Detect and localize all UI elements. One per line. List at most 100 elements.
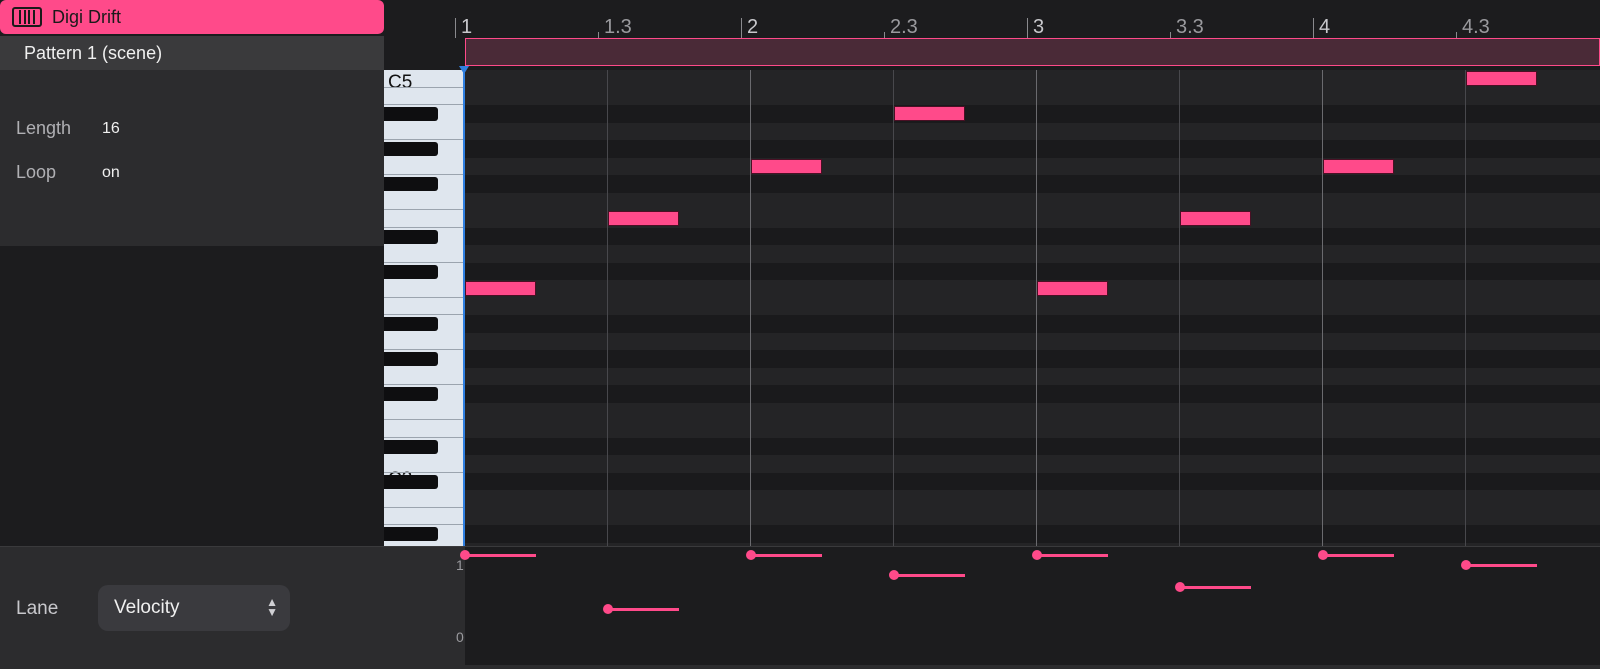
velocity-bar [608,608,679,612]
white-key-separator [384,349,465,350]
white-key-separator [384,209,465,210]
ruler-label: 1 [461,16,473,38]
grid-line [607,70,608,546]
grid-row [465,315,1600,333]
grid-line [1322,70,1323,546]
white-key-separator [384,314,465,315]
grid-row [465,420,1600,438]
grid-row [465,140,1600,158]
grid-row [465,157,1600,175]
black-key[interactable] [384,317,438,331]
piano-roll-editor: Digi Drift Pattern 1 (scene) Length 16 L… [0,0,1600,669]
white-key-separator [384,174,465,175]
octave-label-c5: C5 [388,72,413,93]
white-key-separator [384,436,465,438]
bottom-strip [0,665,1600,669]
midi-note[interactable] [1466,71,1537,86]
ruler-label: 3 [1033,16,1045,38]
playhead-marker-icon[interactable] [459,66,469,74]
midi-note[interactable] [608,211,679,226]
grid-row [465,367,1600,385]
grid-row [465,227,1600,245]
grid-row [465,437,1600,455]
black-key[interactable] [384,229,438,244]
playhead[interactable] [463,66,465,546]
white-key-separator [384,86,465,88]
velocity-bar [894,574,965,577]
piano-icon [12,7,42,27]
velocity-lane[interactable] [460,546,1600,669]
grid-row [465,262,1600,280]
grid-row [465,280,1600,298]
ruler-tick [1027,18,1028,38]
lane-controls: Lane Velocity ▲ ▼ [0,546,465,669]
length-label: Length [16,118,72,138]
grid-line [750,70,751,546]
length-value[interactable]: 16 [102,120,120,138]
lane-label: Lane [16,598,59,619]
loop-value[interactable]: on [102,164,120,182]
lane-scale-min: 0 [456,629,464,645]
grid-row [465,175,1600,193]
white-key-separator [384,419,465,420]
ruler-tick [741,18,742,38]
black-key[interactable] [384,177,438,191]
black-key[interactable] [384,474,438,489]
midi-note[interactable] [1037,281,1108,296]
black-key[interactable] [384,527,438,541]
grid-line [1036,70,1037,546]
lane-select-value: Velocity [114,597,180,618]
midi-note[interactable] [894,106,965,121]
piano-keyboard[interactable]: C5 C4 C3 [384,70,465,546]
white-key-separator [384,261,465,263]
grid-line [1465,70,1466,546]
midi-note[interactable] [751,158,822,174]
length-property: Length 16 [16,118,120,139]
midi-note[interactable] [465,281,536,296]
white-key-separator [384,524,465,525]
grid-row [465,332,1600,350]
pattern-name: Pattern 1 (scene) [24,42,163,63]
ruler-label: 2.3 [890,16,918,38]
midi-note[interactable] [1180,211,1251,226]
midi-note[interactable] [1323,158,1394,174]
black-key[interactable] [384,264,438,279]
grid-row [465,385,1600,403]
loop-label: Loop [16,162,57,182]
pattern-properties: Length 16 Loop on [0,70,384,246]
grid-row [465,122,1600,140]
grid-row [465,525,1600,543]
white-key-separator [384,296,465,298]
black-key[interactable] [384,107,438,121]
grid-line [893,70,894,546]
velocity-bar [465,554,536,557]
black-key[interactable] [384,387,438,401]
grid-row [465,87,1600,105]
loop-region[interactable] [465,38,1600,66]
instrument-bar[interactable]: Digi Drift [0,0,384,34]
black-key[interactable] [384,439,438,454]
black-key[interactable] [384,352,438,366]
header-panel: Digi Drift Pattern 1 (scene) [0,0,384,70]
velocity-bar [1466,563,1537,567]
pattern-selector[interactable]: Pattern 1 (scene) [0,36,384,70]
white-key-separator [384,384,465,385]
grid-row [465,507,1600,525]
grid-row [465,297,1600,315]
updown-chevron-icon: ▲ ▼ [266,595,278,619]
grid-row [465,245,1600,263]
ruler-label: 4 [1319,16,1331,38]
grid-row [465,192,1600,210]
white-key-separator [384,506,465,508]
black-key[interactable] [384,142,438,156]
note-grid[interactable] [465,70,1600,546]
ruler-label: 4.3 [1462,16,1490,38]
grid-row [465,350,1600,368]
grid-row [465,455,1600,473]
instrument-name: Digi Drift [52,6,122,27]
timeline-ruler[interactable]: 1 1.3 2 2.3 3 3.3 4 4.3 [384,0,1600,38]
white-key-separator [384,471,465,473]
ruler-label: 2 [747,16,759,38]
ruler-label: 1.3 [604,16,632,38]
lane-select[interactable]: Velocity ▲ ▼ [98,585,290,631]
